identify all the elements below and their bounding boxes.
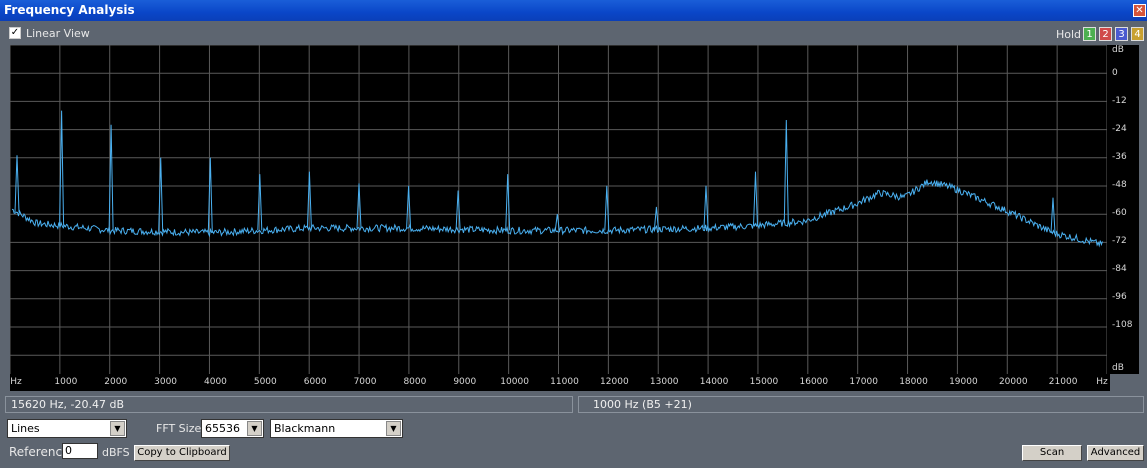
db-tick-label: 0 — [1112, 68, 1118, 78]
spectrum-svg — [9, 44, 1108, 374]
spectrum-peak — [703, 185, 709, 229]
hold-button-2[interactable]: 2 — [1099, 27, 1112, 41]
frequency-tick-label: 5000 — [253, 377, 277, 387]
frequency-tick-label: 17000 — [849, 377, 878, 387]
note-readout: 1000 Hz (B5 +21) — [578, 396, 1144, 413]
display-mode-value: Lines — [11, 422, 40, 435]
frequency-tick-label: 3000 — [154, 377, 178, 387]
frequency-tick-label: 6000 — [303, 377, 327, 387]
hold-label: Hold — [1056, 28, 1082, 41]
db-tick-label: -48 — [1112, 180, 1127, 190]
db-tick-label: -60 — [1112, 208, 1127, 218]
window-title: Frequency Analysis — [4, 3, 135, 17]
frequency-tick-label: 9000 — [453, 377, 477, 387]
frequency-tick-label: 13000 — [649, 377, 679, 387]
frequency-tick-label: 19000 — [949, 377, 978, 387]
frequency-tick-label: 2000 — [104, 377, 128, 387]
chevron-down-icon[interactable]: ▼ — [110, 421, 125, 436]
display-mode-select[interactable]: Lines ▼ — [7, 419, 127, 438]
db-tick-label: dB — [1112, 45, 1124, 55]
db-tick-label: -108 — [1112, 320, 1133, 330]
dbfs-label: dBFS — [102, 446, 130, 459]
scan-button[interactable]: Scan — [1022, 445, 1082, 461]
frequency-tick-label: 20000 — [998, 377, 1028, 387]
window-function-select[interactable]: Blackmann ▼ — [270, 419, 403, 438]
copy-to-clipboard-button[interactable]: Copy to Clipboard — [134, 445, 230, 461]
reference-label: Reference — [9, 445, 70, 459]
frequency-tick-label: 8000 — [403, 377, 427, 387]
hold-button-3[interactable]: 3 — [1115, 27, 1128, 41]
spectrum-peak — [455, 190, 461, 230]
spectrum-peak — [1050, 197, 1056, 233]
fft-size-select[interactable]: 65536 ▼ — [201, 419, 264, 438]
frequency-axis: Hz 1000 2000 3000 4000 5000 6000 7000 8000 9000 10… — [10, 374, 1110, 391]
db-tick-label: -12 — [1112, 96, 1127, 106]
spectrum-peak — [753, 171, 758, 226]
frequency-tick-label: 15000 — [749, 377, 779, 387]
fft-size-label: FFT Size — [156, 422, 202, 435]
hold-button-4[interactable]: 4 — [1131, 27, 1144, 41]
db-scale: dB 0 -12 -24 -36 -48 -60 -72 -84 -96 -108 dB — [1107, 45, 1139, 374]
window-function-value: Blackmann — [274, 422, 336, 435]
frequency-tick-label: 1000 — [54, 377, 78, 387]
frequency-tick-label: 7000 — [353, 377, 377, 387]
close-button[interactable]: ✕ — [1133, 4, 1146, 17]
linear-view-label: Linear View — [26, 27, 90, 40]
frequency-tick-label: Hz — [1096, 377, 1108, 387]
reference-input[interactable]: 0 — [62, 443, 98, 459]
db-tick-label: -24 — [1112, 124, 1127, 134]
spectrum-plot[interactable] — [9, 44, 1108, 374]
fft-size-value: 65536 — [205, 422, 240, 435]
hold-button-1[interactable]: 1 — [1083, 27, 1096, 41]
frequency-tick-label: Hz — [10, 377, 22, 387]
db-tick-label: dB — [1112, 363, 1124, 373]
frequency-tick-label: 10000 — [500, 377, 529, 387]
chevron-down-icon[interactable]: ▼ — [247, 421, 262, 436]
frequency-tick-label: 12000 — [600, 377, 629, 387]
db-tick-label: -36 — [1112, 152, 1127, 162]
frequency-tick-label: 14000 — [699, 377, 729, 387]
frequency-tick-label: 11000 — [550, 377, 579, 387]
advanced-button[interactable]: Advanced — [1087, 445, 1144, 461]
frequency-tick-label: 21000 — [1048, 377, 1078, 387]
frequency-tick-label: 4000 — [204, 377, 227, 387]
db-tick-label: -96 — [1112, 292, 1127, 302]
frequency-tick-label: 18000 — [899, 377, 928, 387]
linear-view-checkbox[interactable]: ✓ — [9, 27, 21, 39]
spectrum-peak — [783, 119, 789, 223]
spectrum-peak — [14, 155, 20, 213]
spectrum-peak — [207, 157, 213, 233]
db-tick-label: -72 — [1112, 236, 1127, 246]
title-bar: Frequency Analysis ✕ — [0, 0, 1147, 21]
cursor-readout: 15620 Hz, -20.47 dB — [5, 396, 573, 413]
chevron-down-icon[interactable]: ▼ — [386, 421, 401, 436]
spectrum-trace — [11, 179, 1103, 248]
db-tick-label: -84 — [1112, 264, 1127, 274]
frequency-tick-label: 16000 — [799, 377, 829, 387]
